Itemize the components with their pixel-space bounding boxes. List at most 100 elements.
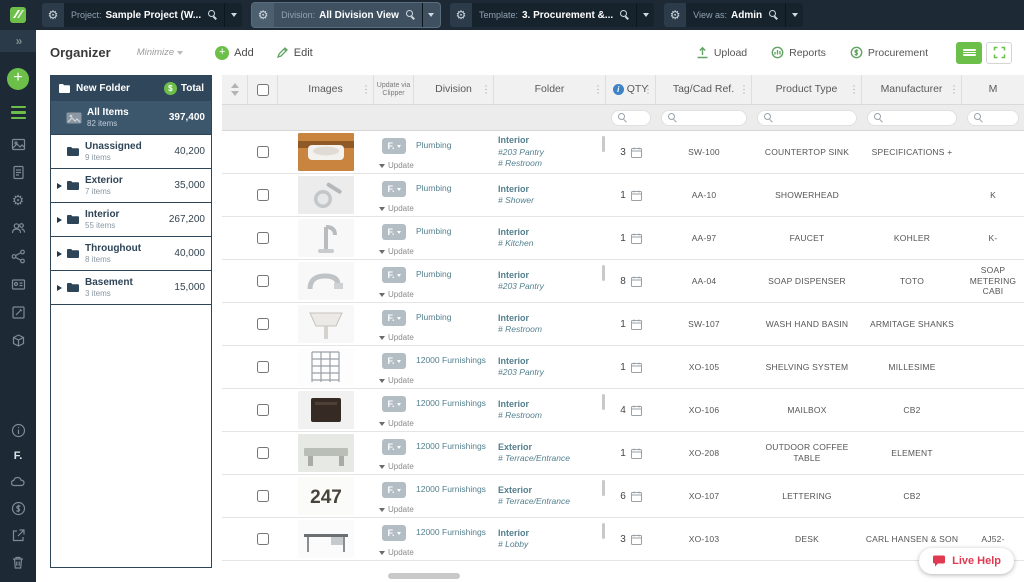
folder-main-link[interactable]: Exterior: [498, 442, 532, 454]
manufacturer-cell[interactable]: TOTO: [862, 260, 962, 302]
tag-cell[interactable]: AA-97: [656, 217, 752, 259]
row-checkbox[interactable]: [257, 146, 269, 158]
organizer-nav-icon[interactable]: [11, 106, 26, 119]
product-type-cell[interactable]: SHELVING SYSTEM: [752, 346, 862, 388]
product-type-column-header[interactable]: Product Type⋮: [752, 75, 862, 104]
table-row[interactable]: F. Update Plumbing Interior #203 Pantry#…: [222, 131, 1024, 174]
tag-cell[interactable]: XO-105: [656, 346, 752, 388]
expand-caret-icon[interactable]: [57, 285, 62, 291]
product-type-cell[interactable]: MAILBOX: [752, 389, 862, 431]
product-type-cell[interactable]: SHOWERHEAD: [752, 174, 862, 216]
gear-icon[interactable]: ⚙: [450, 3, 472, 27]
division-link[interactable]: Plumbing: [416, 183, 451, 193]
live-help-button[interactable]: Live Help: [919, 548, 1014, 574]
topbar-selector[interactable]: ⚙ Division: All Division View: [252, 3, 440, 27]
row-drag-handle[interactable]: [222, 518, 248, 560]
app-logo-icon[interactable]: [0, 6, 36, 24]
folder-sub-link[interactable]: # Lobby: [498, 539, 528, 550]
folder-tree-item[interactable]: Basement3 items 15,000: [51, 271, 211, 305]
calendar-icon[interactable]: [631, 491, 642, 502]
gear-icon[interactable]: ⚙: [12, 193, 25, 208]
row-checkbox[interactable]: [257, 404, 269, 416]
info-icon[interactable]: [11, 423, 26, 438]
update-link[interactable]: Update: [379, 290, 414, 299]
cell-scrollbar[interactable]: [602, 136, 605, 152]
clipper-badge[interactable]: F.: [382, 138, 406, 154]
product-type-cell[interactable]: WASH HAND BASIN: [752, 303, 862, 345]
update-link[interactable]: Update: [379, 376, 414, 385]
model-cell[interactable]: [962, 432, 1024, 474]
model-cell[interactable]: [962, 346, 1024, 388]
model-cell[interactable]: [962, 389, 1024, 431]
folder-main-link[interactable]: Interior: [498, 184, 529, 196]
clipper-badge[interactable]: F.: [382, 396, 406, 412]
division-link[interactable]: 12000 Furnishings: [416, 527, 486, 537]
cloud-icon[interactable]: [10, 474, 26, 489]
calendar-icon[interactable]: [631, 233, 642, 244]
table-row[interactable]: F. Update 12000 Furnishings Interior # L…: [222, 518, 1024, 561]
minimize-link[interactable]: Minimize: [137, 47, 183, 58]
model-cell[interactable]: [962, 303, 1024, 345]
division-column-header[interactable]: Division⋮: [414, 75, 494, 104]
folder-sub-link[interactable]: #203 Pantry: [498, 367, 544, 378]
column-menu-icon[interactable]: ⋮: [481, 84, 491, 95]
search-icon[interactable]: [769, 10, 779, 20]
folder-tree-item[interactable]: Interior55 items 267,200: [51, 203, 211, 237]
column-menu-icon[interactable]: ⋮: [361, 84, 371, 95]
dollar-icon[interactable]: [11, 501, 26, 516]
info-icon[interactable]: i: [613, 84, 624, 95]
folder-sub-link[interactable]: # Shower: [498, 195, 534, 206]
folder-sub-link[interactable]: #203 Pantry: [498, 281, 544, 292]
folder-sub-link[interactable]: # Restroom: [498, 410, 542, 421]
row-checkbox[interactable]: [257, 361, 269, 373]
folder-sub-link[interactable]: #203 Pantry: [498, 147, 544, 158]
expand-caret-icon[interactable]: [57, 217, 62, 223]
cell-scrollbar[interactable]: [602, 394, 605, 410]
model-cell[interactable]: [962, 475, 1024, 517]
row-checkbox[interactable]: [257, 189, 269, 201]
manufacturer-cell[interactable]: ELEMENT: [862, 432, 962, 474]
expand-view-button[interactable]: [986, 42, 1012, 64]
reports-button[interactable]: Reports: [771, 46, 826, 59]
folder-tree-item[interactable]: Exterior7 items 35,000: [51, 169, 211, 203]
trash-icon[interactable]: [11, 555, 25, 570]
row-checkbox[interactable]: [257, 447, 269, 459]
tag-cell[interactable]: AA-10: [656, 174, 752, 216]
calendar-icon[interactable]: [631, 362, 642, 373]
cell-scrollbar[interactable]: [602, 265, 605, 281]
share-nodes-icon[interactable]: [11, 249, 26, 264]
table-row[interactable]: F. Update Plumbing Interior #203 Pantry …: [222, 260, 1024, 303]
images-column-header[interactable]: Images⋮: [278, 75, 374, 104]
division-link[interactable]: Plumbing: [416, 140, 451, 150]
row-checkbox[interactable]: [257, 533, 269, 545]
cell-scrollbar[interactable]: [602, 523, 605, 539]
cell-scrollbar[interactable]: [602, 480, 605, 496]
expand-caret-icon[interactable]: [57, 251, 62, 257]
manufacturer-cell[interactable]: [862, 174, 962, 216]
folder-main-link[interactable]: Interior: [498, 399, 529, 411]
search-icon[interactable]: [208, 10, 218, 20]
folder-main-link[interactable]: Interior: [498, 227, 529, 239]
folder-sub-link[interactable]: # Restroom: [498, 158, 542, 169]
product-type-cell[interactable]: SOAP DISPENSER: [752, 260, 862, 302]
tag-column-header[interactable]: Tag/Cad Ref.⋮: [656, 75, 752, 104]
expand-caret-icon[interactable]: [57, 183, 62, 189]
product-image[interactable]: [298, 348, 354, 386]
product-image[interactable]: [298, 391, 354, 429]
dropdown-caret[interactable]: [636, 3, 654, 27]
search-icon[interactable]: [406, 10, 416, 20]
qty-column-header[interactable]: iQTY⋮: [606, 75, 656, 104]
calendar-icon[interactable]: [631, 405, 642, 416]
product-image[interactable]: 247: [298, 477, 354, 515]
row-checkbox[interactable]: [257, 232, 269, 244]
fohlio-mark-icon[interactable]: F.: [14, 450, 23, 462]
clipper-badge[interactable]: F.: [382, 310, 406, 326]
gear-icon[interactable]: ⚙: [42, 3, 64, 27]
manufacturer-filter-input[interactable]: [867, 110, 957, 126]
tag-cell[interactable]: XO-106: [656, 389, 752, 431]
folder-main-link[interactable]: Interior: [498, 270, 529, 282]
column-menu-icon[interactable]: ⋮: [949, 84, 959, 95]
total-badge[interactable]: $ Total: [164, 82, 204, 95]
folder-main-link[interactable]: Exterior: [498, 485, 532, 497]
model-cell[interactable]: K: [962, 174, 1024, 216]
